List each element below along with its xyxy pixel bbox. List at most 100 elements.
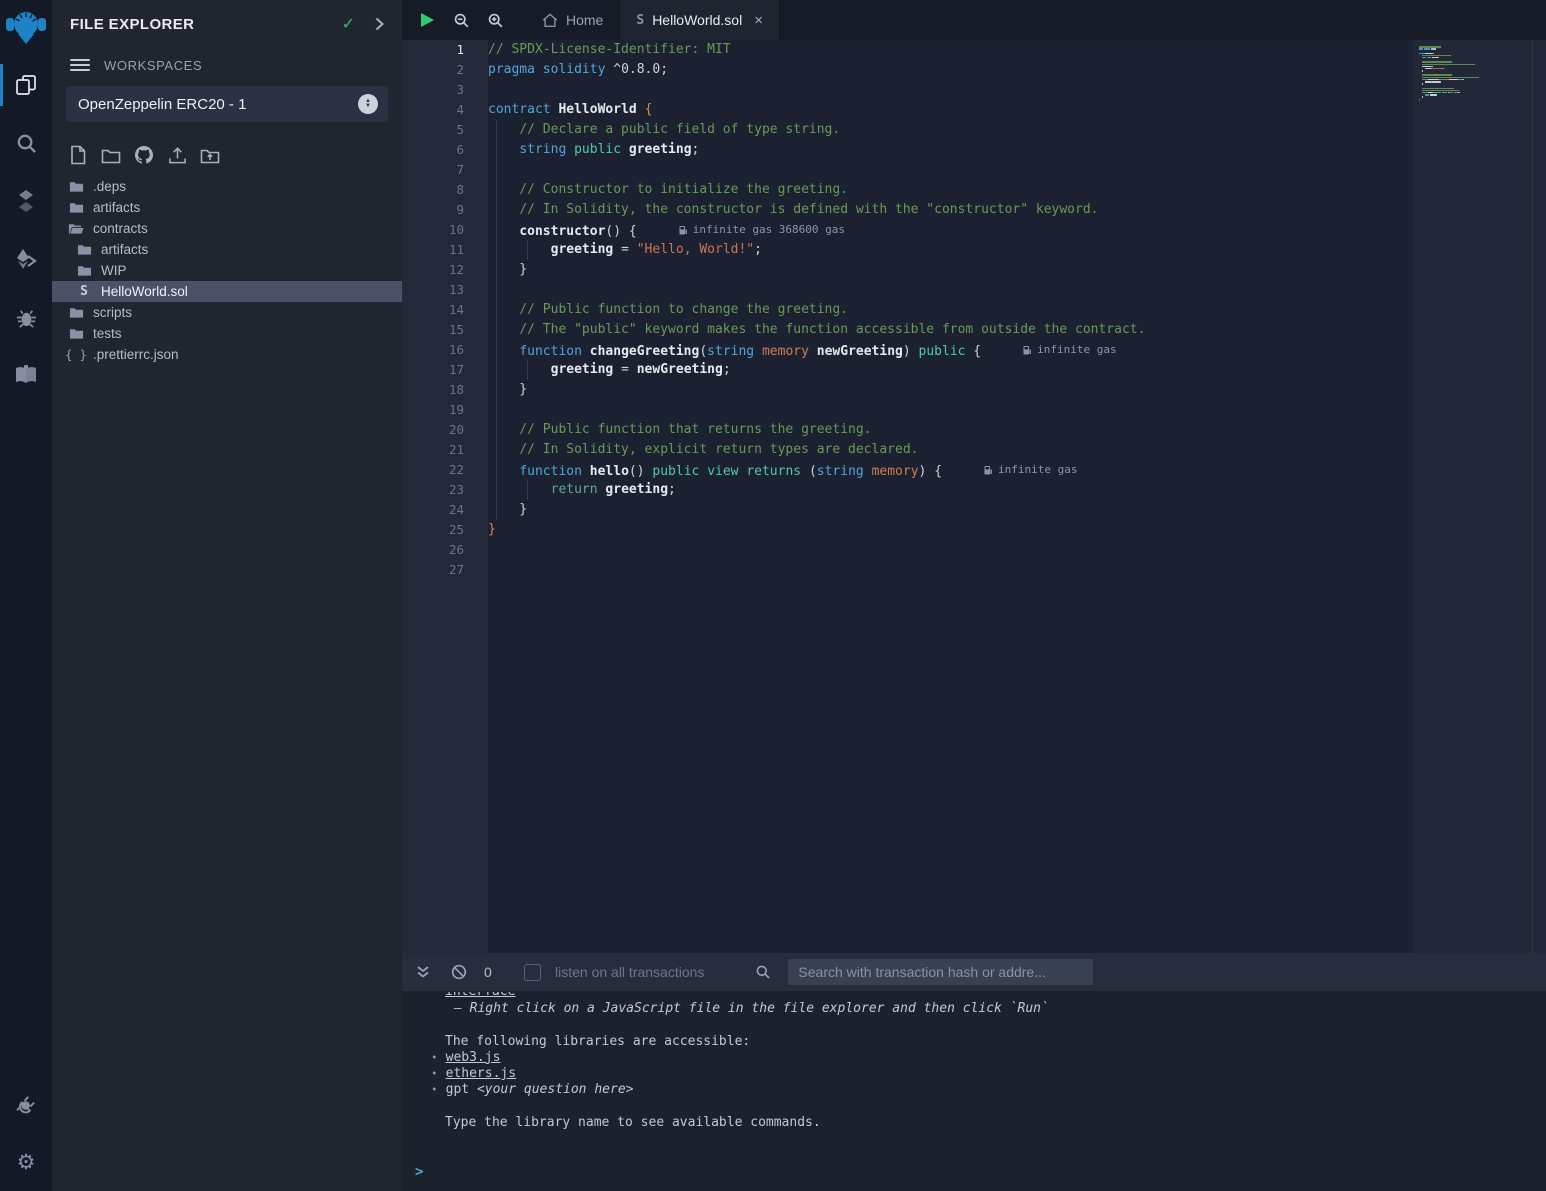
- terminal-line: [402, 1099, 1546, 1115]
- code-line-4[interactable]: 4contract HelloWorld {: [402, 100, 1413, 120]
- terminal-link[interactable]: ethers.js: [446, 1066, 516, 1081]
- line-number: 23: [402, 480, 488, 500]
- tree-item--prettierrc-json[interactable]: { }.prettierrc.json: [52, 344, 402, 365]
- plugin-manager-icon[interactable]: [0, 1075, 52, 1133]
- check-icon[interactable]: ✓: [342, 14, 355, 34]
- upload-folder-icon[interactable]: [198, 144, 222, 166]
- settings-icon[interactable]: ⚙: [0, 1133, 52, 1191]
- clear-icon[interactable]: [448, 961, 470, 983]
- line-number: 9: [402, 200, 488, 220]
- code-line-18[interactable]: 18 }: [402, 380, 1413, 400]
- folder-icon: [68, 180, 84, 193]
- code-line-12[interactable]: 12 }: [402, 260, 1413, 280]
- code-line-9[interactable]: 9 // In Solidity, the constructor is def…: [402, 200, 1413, 220]
- minimap-zone: [1413, 40, 1546, 953]
- code-lines[interactable]: 1// SPDX-License-Identifier: MIT2pragma …: [402, 40, 1413, 953]
- gas-estimate-lens: infinite gas: [1023, 340, 1116, 360]
- code-line-19[interactable]: 19: [402, 400, 1413, 420]
- close-icon[interactable]: ×: [754, 12, 763, 29]
- editor-divider: [1532, 40, 1533, 953]
- code-line-8[interactable]: 8 // Constructor to initialize the greet…: [402, 180, 1413, 200]
- terminal-prompt[interactable]: >: [415, 1164, 423, 1180]
- workspace-select[interactable]: OpenZeppelin ERC20 - 1 ▲▼: [66, 86, 388, 122]
- code-line-20[interactable]: 20 // Public function that returns the g…: [402, 420, 1413, 440]
- code-line-21[interactable]: 21 // In Solidity, explicit return types…: [402, 440, 1413, 460]
- file-tree: .depsartifactscontractsartifactsWIPSHell…: [52, 176, 402, 365]
- file-label: HelloWorld.sol: [101, 284, 188, 299]
- minimap[interactable]: [1419, 46, 1519, 105]
- new-folder-icon[interactable]: [99, 144, 123, 166]
- tree-item-contracts[interactable]: contracts: [52, 218, 402, 239]
- code-line-6[interactable]: 6 string public greeting;: [402, 140, 1413, 160]
- code-line-13[interactable]: 13: [402, 280, 1413, 300]
- terminal-line: – Right click on a JavaScript file in th…: [402, 1001, 1546, 1017]
- listen-transactions-label: listen on all transactions: [555, 964, 704, 980]
- listen-transactions-checkbox[interactable]: [524, 964, 541, 981]
- code-line-15[interactable]: 15 // The "public" keyword makes the fun…: [402, 320, 1413, 340]
- code-line-5[interactable]: 5 // Declare a public field of type stri…: [402, 120, 1413, 140]
- github-icon[interactable]: [132, 144, 156, 166]
- code-line-25[interactable]: 25}: [402, 520, 1413, 540]
- tab-home[interactable]: Home: [526, 0, 619, 40]
- zoom-in-icon[interactable]: [478, 0, 512, 40]
- tree-item-helloworld-sol[interactable]: SHelloWorld.sol: [52, 281, 402, 302]
- terminal-line: [402, 1017, 1546, 1033]
- code-line-27[interactable]: 27: [402, 560, 1413, 580]
- code-line-7[interactable]: 7: [402, 160, 1413, 180]
- code-line-3[interactable]: 3: [402, 80, 1413, 100]
- line-number: 13: [402, 280, 488, 300]
- tree-item-artifacts[interactable]: artifacts: [52, 197, 402, 218]
- new-file-icon[interactable]: [66, 144, 90, 166]
- remix-logo[interactable]: [0, 0, 52, 56]
- gas-estimate-lens: infinite gas 368600 gas: [679, 220, 845, 240]
- tree-item-tests[interactable]: tests: [52, 323, 402, 344]
- code-line-22[interactable]: 22 function hello() public view returns …: [402, 460, 1413, 480]
- deploy-run-icon[interactable]: [0, 230, 52, 288]
- collapse-icon[interactable]: [412, 961, 434, 983]
- line-number: 26: [402, 540, 488, 560]
- run-icon[interactable]: [410, 0, 444, 40]
- solidity-compiler-icon[interactable]: [0, 172, 52, 230]
- tree-item-scripts[interactable]: scripts: [52, 302, 402, 323]
- upload-file-icon[interactable]: [165, 144, 189, 166]
- solidity-icon: S: [636, 13, 644, 28]
- file-label: .deps: [93, 179, 126, 194]
- file-explorer-panel: FILE EXPLORER ✓ WORKSPACES OpenZeppelin …: [52, 0, 402, 1191]
- code-line-14[interactable]: 14 // Public function to change the gree…: [402, 300, 1413, 320]
- code-line-2[interactable]: 2pragma solidity ^0.8.0;: [402, 60, 1413, 80]
- code-line-1[interactable]: 1// SPDX-License-Identifier: MIT: [402, 40, 1413, 60]
- terminal-output[interactable]: interface – Right click on a JavaScript f…: [402, 991, 1546, 1191]
- file-explorer-icon[interactable]: [0, 56, 52, 114]
- code-line-26[interactable]: 26: [402, 540, 1413, 560]
- learneth-icon[interactable]: [0, 346, 52, 404]
- terminal-link[interactable]: interface: [445, 992, 515, 999]
- code-line-11[interactable]: 11 greeting = "Hello, World!";: [402, 240, 1413, 260]
- code-line-24[interactable]: 24 }: [402, 500, 1413, 520]
- debugger-icon[interactable]: [0, 288, 52, 346]
- home-icon: [542, 13, 558, 28]
- code-line-16[interactable]: 16 function changeGreeting(string memory…: [402, 340, 1413, 360]
- file-label: WIP: [101, 263, 127, 278]
- code-line-10[interactable]: 10 constructor() {infinite gas 368600 ga…: [402, 220, 1413, 240]
- chevron-right-icon[interactable]: [375, 17, 384, 31]
- line-number: 8: [402, 180, 488, 200]
- folder-icon: [76, 264, 92, 277]
- line-number: 22: [402, 460, 488, 480]
- line-number: 14: [402, 300, 488, 320]
- code-line-23[interactable]: 23 return greeting;: [402, 480, 1413, 500]
- line-number: 6: [402, 140, 488, 160]
- tree-item-artifacts[interactable]: artifacts: [52, 239, 402, 260]
- code-editor[interactable]: 1// SPDX-License-Identifier: MIT2pragma …: [402, 40, 1546, 953]
- terminal-search-input[interactable]: [788, 959, 1093, 985]
- zoom-out-icon[interactable]: [444, 0, 478, 40]
- workspaces-menu-icon[interactable]: [70, 59, 90, 71]
- code-line-17[interactable]: 17 greeting = newGreeting;: [402, 360, 1413, 380]
- terminal-link[interactable]: web3.js: [446, 1050, 501, 1065]
- line-number: 25: [402, 520, 488, 540]
- tab-helloworld-sol[interactable]: S HelloWorld.sol ×: [619, 0, 780, 40]
- file-label: artifacts: [101, 242, 148, 257]
- tree-item--deps[interactable]: .deps: [52, 176, 402, 197]
- search-icon[interactable]: [0, 114, 52, 172]
- tree-item-wip[interactable]: WIP: [52, 260, 402, 281]
- json-icon: { }: [68, 348, 84, 362]
